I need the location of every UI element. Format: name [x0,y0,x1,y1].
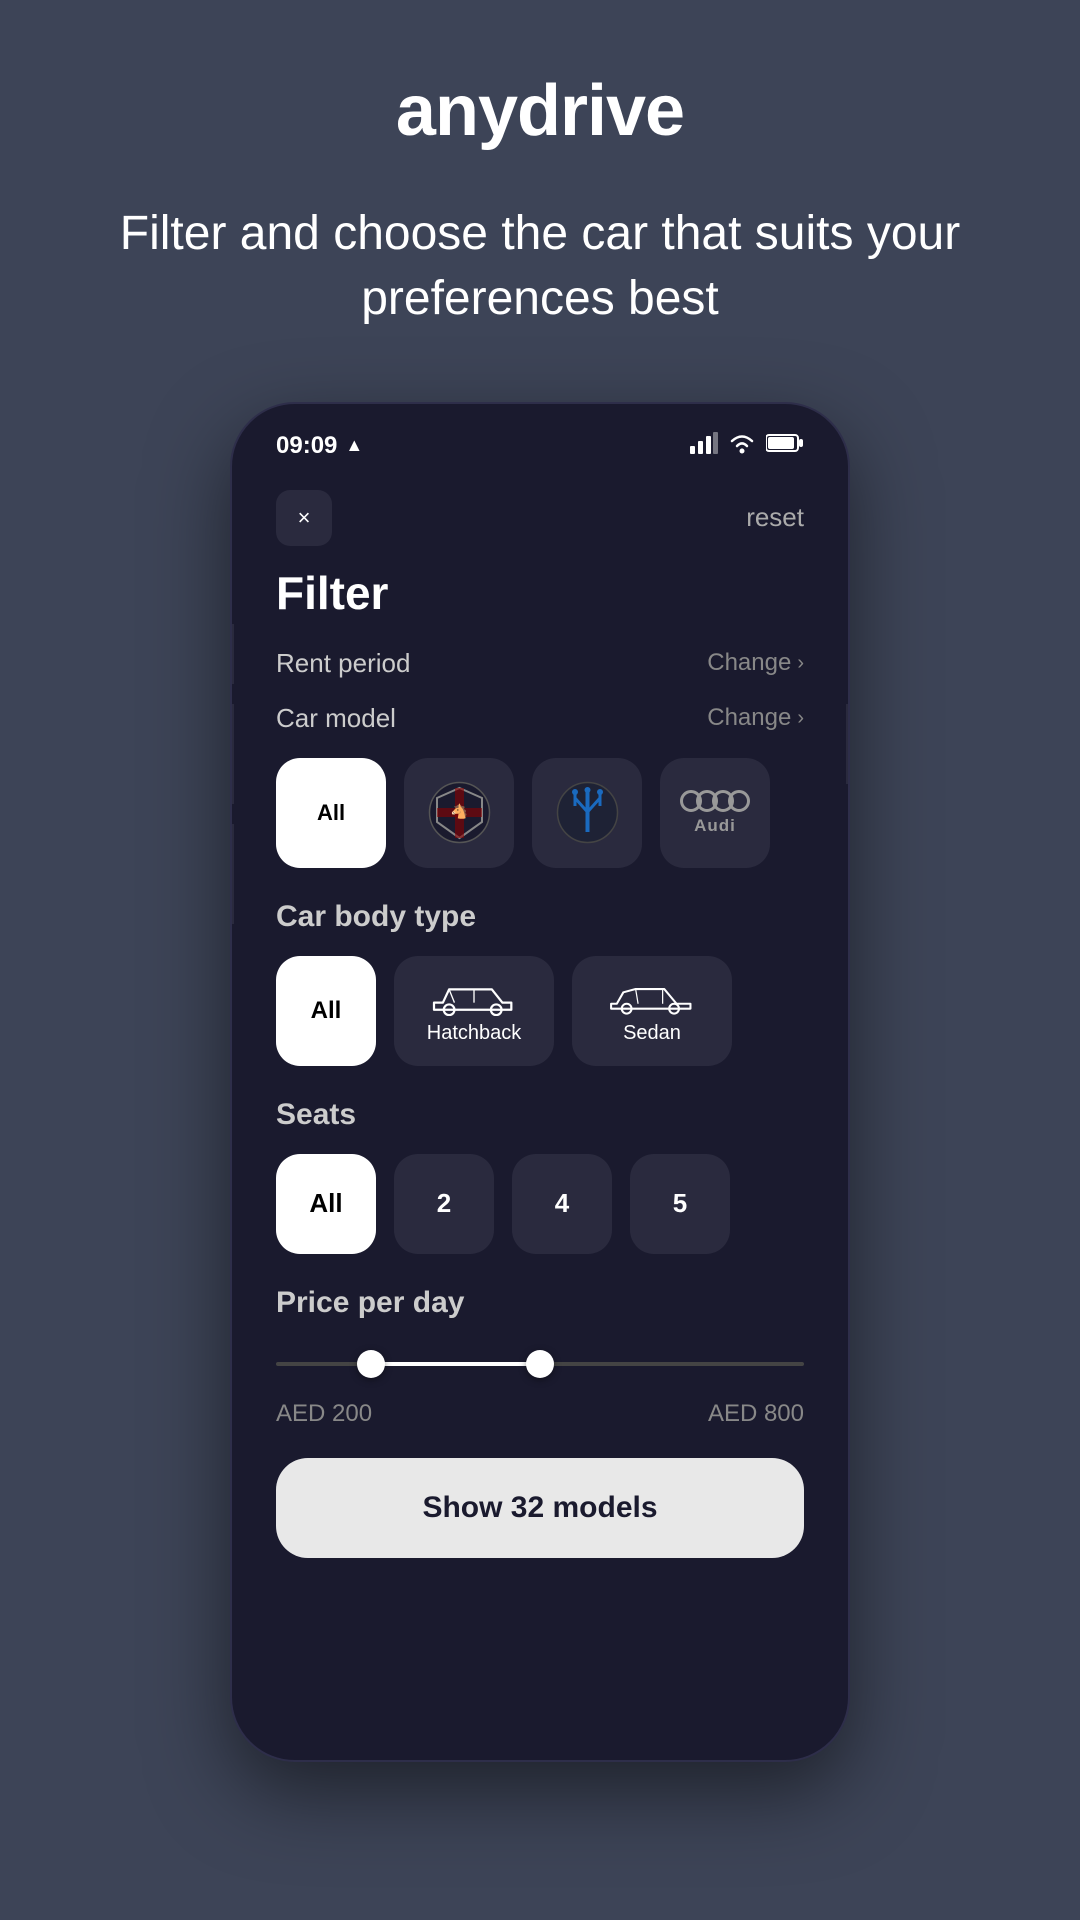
price-max-label: AED 800 [708,1400,804,1428]
slider-thumb-min[interactable] [357,1350,385,1378]
brand-chip-porsche[interactable]: 🐴 [404,758,514,868]
slider-fill [371,1362,540,1366]
reset-button[interactable]: reset [746,502,804,533]
seat-2-label: 2 [437,1188,451,1219]
hatchback-label: Hatchback [427,1022,522,1045]
time-display: 09:09 [276,432,337,460]
car-body-type-label: Car body type [276,900,804,934]
seat-chip-all[interactable]: All [276,1154,376,1254]
body-chip-all[interactable]: All [276,956,376,1066]
brand-selector: All 🐴 [276,758,804,868]
car-model-change[interactable]: Change › [707,704,804,732]
phone-content: × reset Filter Rent period Change › Car … [232,470,848,1760]
body-type-selector: All Hatchback [276,956,804,1066]
slider-thumb-max[interactable] [526,1350,554,1378]
signal-icon [690,432,718,460]
brand-chip-all[interactable]: All [276,758,386,868]
price-labels: AED 200 AED 800 [276,1400,804,1428]
show-models-button[interactable]: Show 32 models [276,1458,804,1558]
body-all-label: All [311,997,342,1025]
status-bar: 09:09 ▲ [232,404,848,470]
brand-chip-audi[interactable]: Audi [660,758,770,868]
rent-period-change-label: Change [707,649,791,677]
svg-text:🐴: 🐴 [450,803,467,820]
volume-up-button [230,704,234,804]
porsche-logo-icon: 🐴 [427,780,492,845]
chevron-right-icon-2: › [797,707,804,730]
seat-4-label: 4 [555,1188,569,1219]
sedan-label: Sedan [623,1022,681,1045]
filter-header: × reset [276,490,804,546]
rent-period-row[interactable]: Rent period Change › [276,648,804,679]
maserati-logo-icon [555,780,620,845]
price-min-label: AED 200 [276,1400,372,1428]
power-button [846,704,850,784]
seats-selector: All 2 4 5 [276,1154,804,1254]
sedan-icon [607,976,697,1016]
hatchback-icon [429,976,519,1016]
phone-frame: 09:09 ▲ [230,402,850,1762]
rent-period-label: Rent period [276,648,410,679]
seat-all-label: All [309,1188,342,1219]
show-button-container: Show 32 models [276,1458,804,1598]
brand-all-label: All [317,800,345,826]
body-chip-hatchback[interactable]: Hatchback [394,956,554,1066]
car-model-label: Car model [276,703,396,734]
filter-title: Filter [276,566,804,620]
seat-5-label: 5 [673,1188,687,1219]
volume-down-button [230,824,234,924]
seat-chip-5[interactable]: 5 [630,1154,730,1254]
brand-chip-maserati[interactable] [532,758,642,868]
car-model-row[interactable]: Car model Change › [276,703,804,734]
app-title: anydrive [396,70,684,152]
location-icon: ▲ [345,435,363,456]
close-button[interactable]: × [276,490,332,546]
mute-button [230,624,234,684]
price-per-day-label: Price per day [276,1286,804,1320]
battery-icon [766,433,804,459]
seat-chip-4[interactable]: 4 [512,1154,612,1254]
seat-chip-2[interactable]: 2 [394,1154,494,1254]
seats-label: Seats [276,1098,804,1132]
status-icons [690,432,804,460]
body-chip-sedan[interactable]: Sedan [572,956,732,1066]
rent-period-change[interactable]: Change › [707,649,804,677]
status-time: 09:09 ▲ [276,432,363,460]
app-subtitle: Filter and choose the car that suits you… [0,202,1080,332]
price-slider[interactable] [276,1344,804,1384]
audi-logo-icon [680,790,750,812]
wifi-icon [728,432,756,460]
car-model-change-label: Change [707,704,791,732]
chevron-right-icon: › [797,652,804,675]
